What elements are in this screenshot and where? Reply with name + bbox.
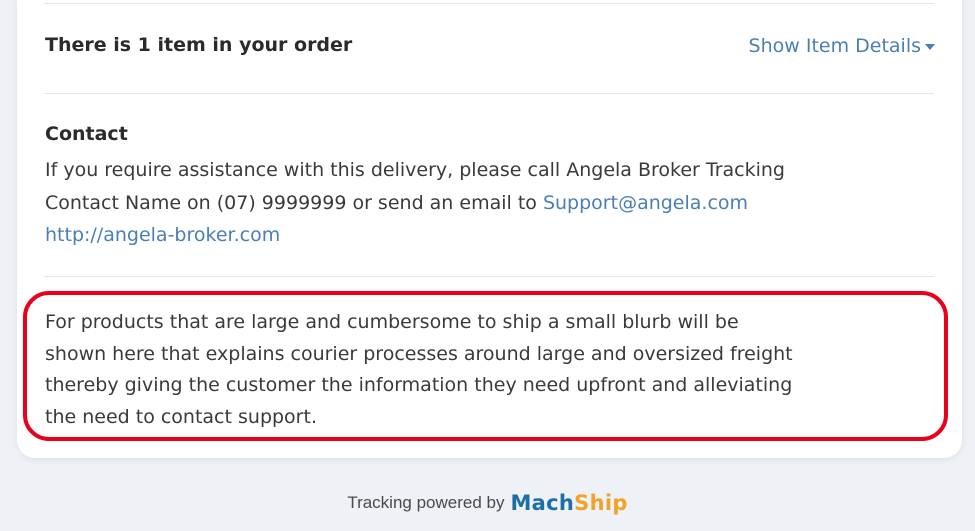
contact-heading: Contact [45,123,128,145]
contact-line-1: If you require assistance with this deli… [45,159,785,181]
show-item-details-label: Show Item Details [748,35,921,57]
oversized-freight-blurb: For products that are large and cumberso… [45,307,935,433]
support-email-link[interactable]: Support@angela.com [543,192,748,214]
divider [44,276,934,277]
contact-line-2-text: Contact Name on (07) 9999999 or send an … [45,191,543,214]
blurb-line: thereby giving the customer the informat… [45,374,793,396]
show-item-details-link[interactable]: Show Item Details [749,35,935,57]
machship-logo[interactable]: MachShip [510,491,627,515]
caret-down-icon [925,44,935,50]
contact-info: If you require assistance with this deli… [45,154,925,252]
contact-line-2: Contact Name on (07) 9999999 or send an … [45,187,925,220]
footer: Tracking powered by MachShip [0,491,975,515]
website-link[interactable]: http://angela-broker.com [45,219,925,252]
divider [44,93,934,94]
blurb-line: shown here that explains courier process… [45,342,793,365]
order-summary: There is 1 item in your order [45,34,353,56]
footer-text: Tracking powered by [347,493,505,512]
divider [44,3,934,4]
blurb-line: For products that are large and cumberso… [45,311,739,333]
blurb-line: the need to contact support. [45,405,317,428]
